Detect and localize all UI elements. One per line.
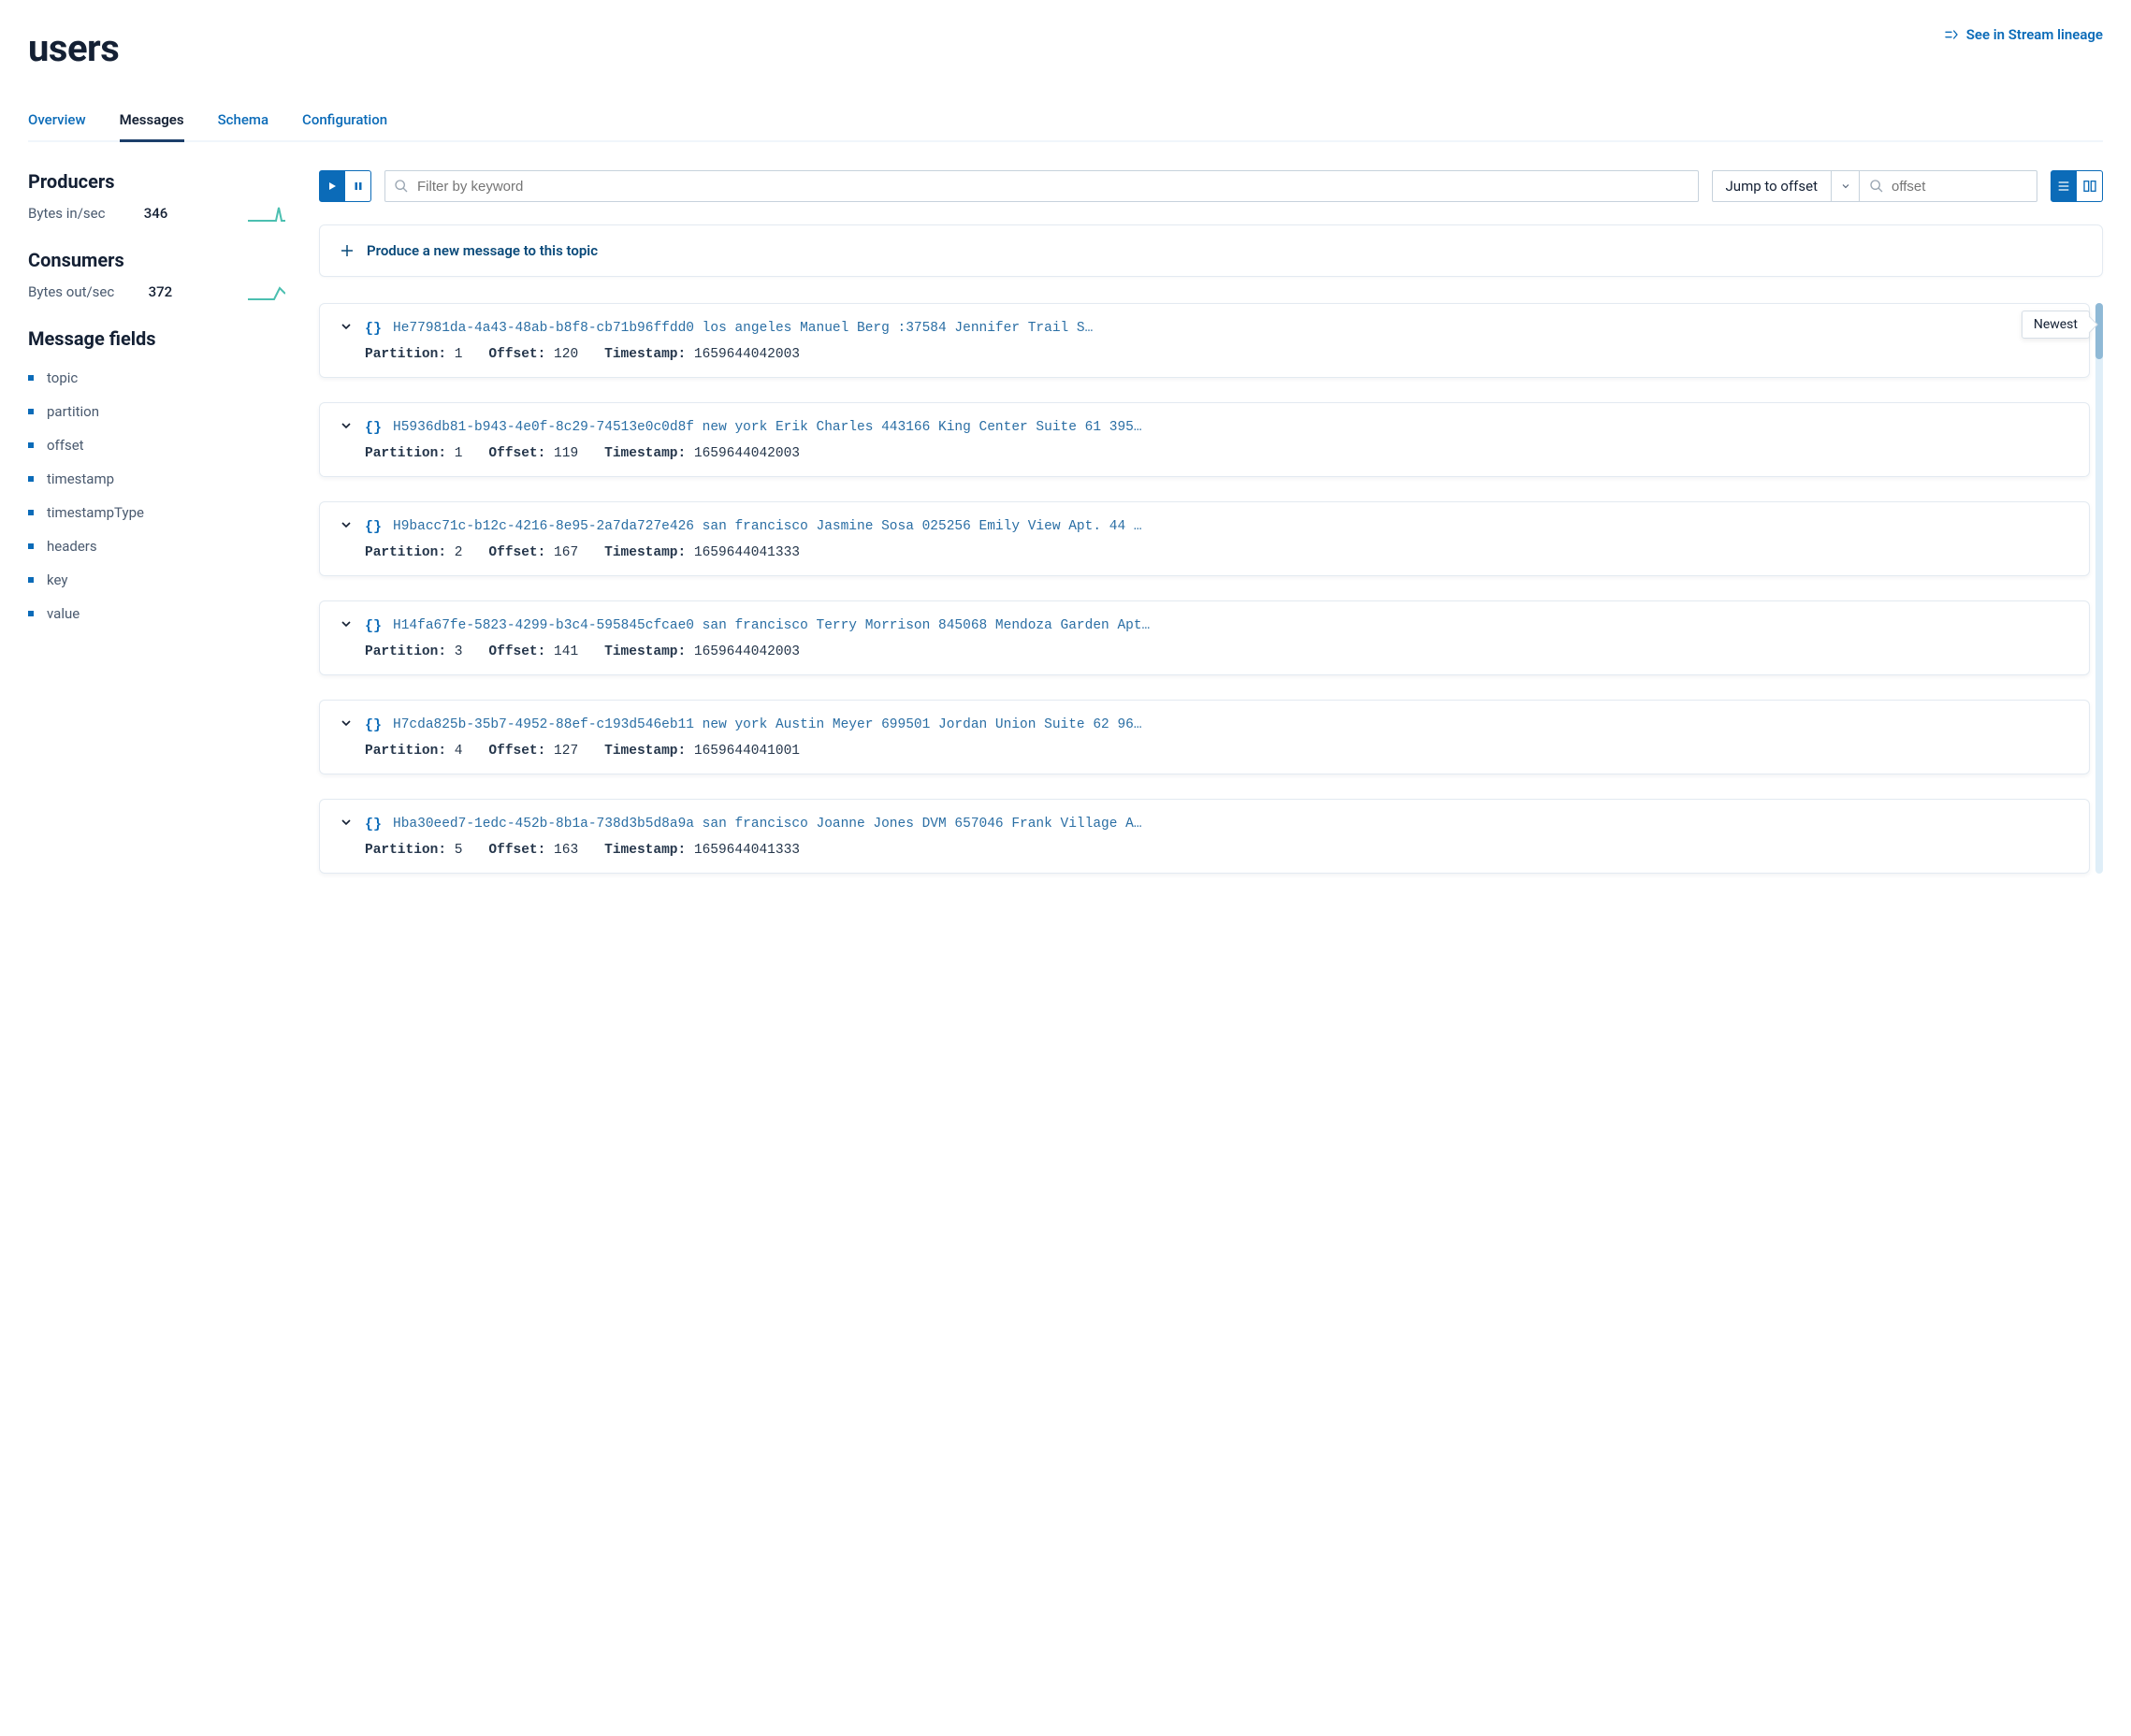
chevron-down-icon (339, 815, 354, 830)
message-meta: Partition: 1Offset: 119Timestamp: 165964… (339, 446, 2070, 461)
message-field-item[interactable]: timestampType (28, 496, 285, 529)
tab-schema[interactable]: Schema (218, 111, 268, 140)
message-summary[interactable]: H5936db81-b943-4e0f-8c29-74513e0c0d8f ne… (393, 420, 1142, 435)
expand-message-toggle[interactable] (339, 418, 354, 437)
stream-lineage-link[interactable]: See in Stream lineage (1944, 26, 2103, 43)
json-braces-icon: {} (365, 717, 382, 733)
expand-message-toggle[interactable] (339, 319, 354, 338)
chevron-down-icon (339, 418, 354, 433)
json-braces-icon: {} (365, 321, 382, 337)
play-button[interactable] (319, 170, 345, 202)
message-summary[interactable]: H7cda825b-35b7-4952-88ef-c193d546eb11 ne… (393, 717, 1142, 732)
search-icon (394, 179, 409, 194)
json-braces-icon: {} (365, 817, 382, 832)
chevron-down-icon (339, 716, 354, 731)
pause-icon (353, 181, 364, 192)
message-meta: Partition: 2Offset: 167Timestamp: 165964… (339, 545, 2070, 560)
produce-message-button[interactable]: Produce a new message to this topic (319, 224, 2103, 277)
message-field-item[interactable]: offset (28, 428, 285, 462)
message-summary[interactable]: He77981da-4a43-48ab-b8f8-cb71b96ffdd0 lo… (393, 321, 1093, 336)
expand-message-toggle[interactable] (339, 517, 354, 536)
chevron-down-icon (339, 517, 354, 532)
message-fields-heading: Message fields (28, 327, 285, 350)
page-title: users (28, 26, 119, 70)
offset-input[interactable] (1860, 170, 2037, 202)
bytes-in-sparkline (248, 204, 285, 223)
tab-messages[interactable]: Messages (120, 111, 184, 142)
sidebar: Producers Bytes in/sec 346 Consumers Byt… (28, 170, 285, 874)
bytes-out-label: Bytes out/sec (28, 283, 114, 300)
message-field-item[interactable]: topic (28, 361, 285, 395)
scrollbar-thumb[interactable] (2095, 303, 2103, 359)
message-field-item[interactable]: timestamp (28, 462, 285, 496)
list-view-icon (2056, 179, 2071, 194)
message-card: {} H5936db81-b943-4e0f-8c29-74513e0c0d8f … (319, 402, 2090, 477)
jump-to-offset-select[interactable]: Jump to offset (1712, 170, 1832, 202)
stream-lineage-label: See in Stream lineage (1966, 26, 2103, 43)
chevron-down-icon (339, 616, 354, 631)
jump-to-offset-label: Jump to offset (1726, 178, 1818, 195)
message-summary[interactable]: H9bacc71c-b12c-4216-8e95-2a7da727e426 sa… (393, 519, 1142, 534)
newest-marker: Newest (2022, 311, 2090, 339)
message-scrollbar[interactable] (2095, 303, 2103, 874)
json-braces-icon: {} (365, 420, 382, 436)
message-summary[interactable]: Hba30eed7-1edc-452b-8b1a-738d3b5d8a9a sa… (393, 817, 1142, 832)
message-card: {} H7cda825b-35b7-4952-88ef-c193d546eb11 … (319, 700, 2090, 774)
chevron-down-icon (1840, 181, 1851, 192)
message-meta: Partition: 1Offset: 120Timestamp: 165964… (339, 347, 2070, 362)
message-field-item[interactable]: headers (28, 529, 285, 563)
view-list-button[interactable] (2051, 170, 2077, 202)
message-meta: Partition: 3Offset: 141Timestamp: 165964… (339, 644, 2070, 659)
tab-overview[interactable]: Overview (28, 111, 86, 140)
tabs: Overview Messages Schema Configuration (28, 111, 2103, 142)
bytes-in-value: 346 (144, 205, 210, 222)
expand-message-toggle[interactable] (339, 616, 354, 635)
jump-to-offset-dropdown[interactable] (1832, 170, 1860, 202)
message-card: {} H14fa67fe-5823-4299-b3c4-595845cfcae0 … (319, 600, 2090, 675)
message-card: {} Hba30eed7-1edc-452b-8b1a-738d3b5d8a9a … (319, 799, 2090, 874)
play-icon (326, 181, 338, 192)
message-card: {} H9bacc71c-b12c-4216-8e95-2a7da727e426 … (319, 501, 2090, 576)
json-braces-icon: {} (365, 519, 382, 535)
search-icon (1869, 179, 1884, 194)
view-split-button[interactable] (2077, 170, 2103, 202)
bytes-out-value: 372 (149, 283, 214, 300)
message-card: {} He77981da-4a43-48ab-b8f8-cb71b96ffdd0 … (319, 303, 2090, 378)
filter-input[interactable] (384, 170, 1699, 202)
message-field-item[interactable]: key (28, 563, 285, 597)
message-meta: Partition: 5Offset: 163Timestamp: 165964… (339, 843, 2070, 858)
plus-icon (339, 242, 355, 259)
lineage-icon (1944, 27, 1959, 42)
expand-message-toggle[interactable] (339, 815, 354, 833)
pause-button[interactable] (345, 170, 371, 202)
expand-message-toggle[interactable] (339, 716, 354, 734)
tab-configuration[interactable]: Configuration (302, 111, 387, 140)
produce-message-label: Produce a new message to this topic (367, 242, 598, 259)
json-braces-icon: {} (365, 618, 382, 634)
message-field-item[interactable]: partition (28, 395, 285, 428)
split-view-icon (2082, 179, 2097, 194)
message-meta: Partition: 4Offset: 127Timestamp: 165964… (339, 744, 2070, 759)
consumers-heading: Consumers (28, 249, 285, 271)
message-fields-list: topicpartitionoffsettimestamptimestampTy… (28, 361, 285, 630)
bytes-out-sparkline (248, 282, 285, 301)
message-field-item[interactable]: value (28, 597, 285, 630)
bytes-in-label: Bytes in/sec (28, 205, 105, 222)
chevron-down-icon (339, 319, 354, 334)
producers-heading: Producers (28, 170, 285, 193)
message-summary[interactable]: H14fa67fe-5823-4299-b3c4-595845cfcae0 sa… (393, 618, 1150, 633)
